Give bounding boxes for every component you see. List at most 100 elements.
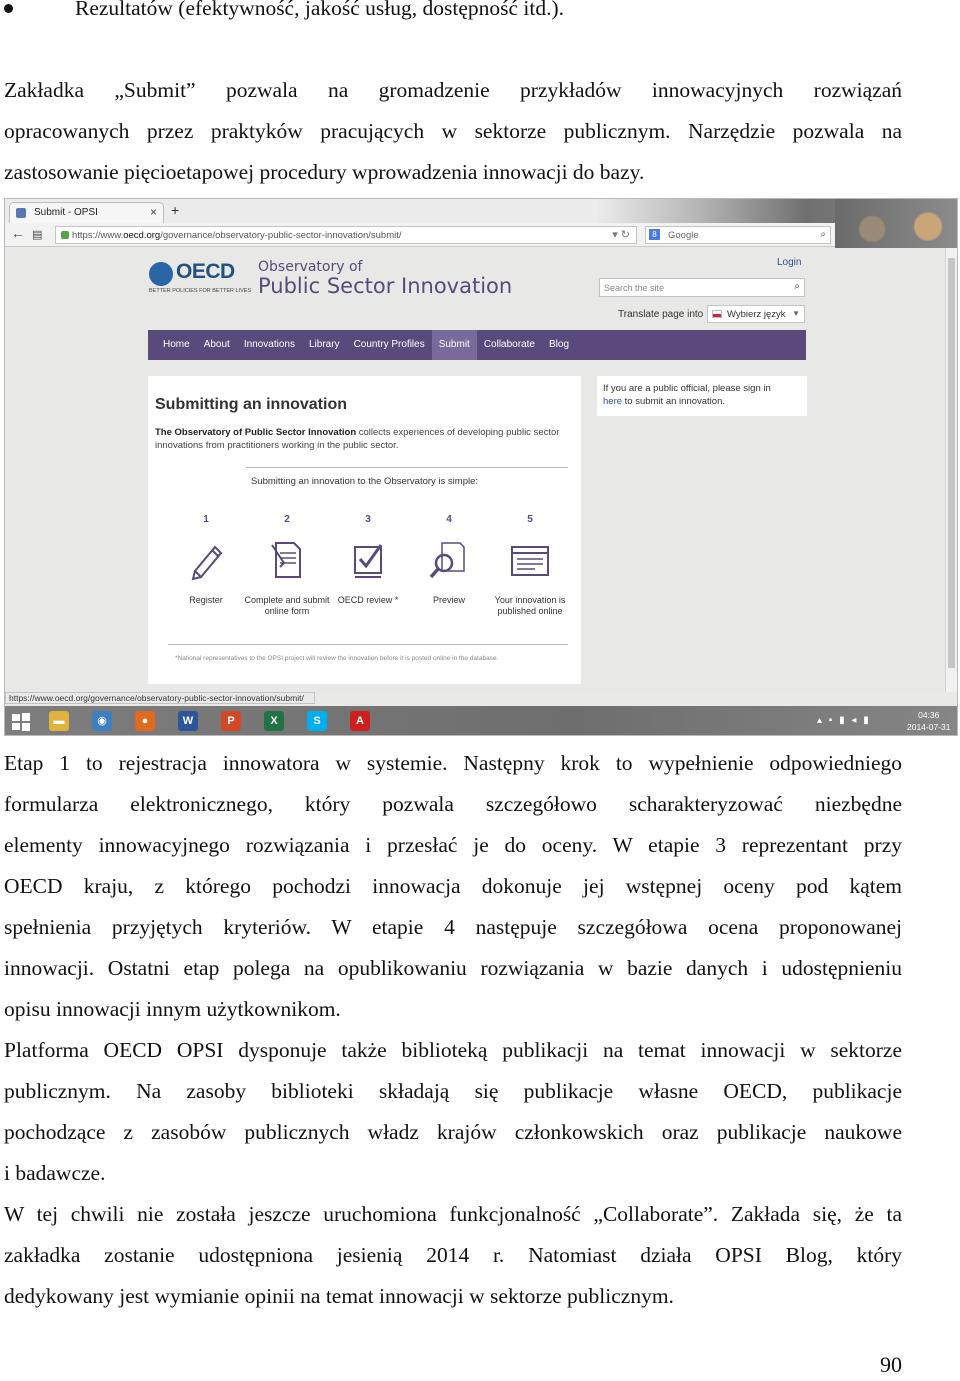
site-search-placeholder: Search the site bbox=[604, 283, 665, 293]
acrobat-icon-glyph: A bbox=[350, 711, 370, 731]
language-select[interactable]: Wybierz język ▼ bbox=[707, 305, 805, 323]
powerpoint-icon[interactable]: P bbox=[213, 709, 249, 734]
step-label: Complete and submit online form bbox=[244, 595, 330, 616]
text-line: Platforma OECD OPSI dysponuje także bibl… bbox=[4, 1038, 902, 1062]
nav-submit[interactable]: Submit bbox=[431, 330, 477, 360]
url-prefix: https://www. bbox=[72, 230, 124, 241]
acrobat-icon[interactable]: A bbox=[342, 709, 378, 734]
windows-start-icon[interactable] bbox=[11, 712, 31, 732]
status-bar: https://www.oecd.org/governance/observat… bbox=[5, 692, 315, 704]
step-label: Your innovation is published online bbox=[494, 595, 566, 616]
back-arrow-icon[interactable]: ← bbox=[11, 225, 25, 241]
close-tab-icon[interactable]: × bbox=[150, 205, 157, 219]
network-icon-glyph: ◉ bbox=[92, 711, 112, 731]
url-domain: oecd.org bbox=[123, 230, 161, 241]
text-line: opisu innowacji innym użytkownikom. bbox=[4, 997, 341, 1021]
step-2: 2 Complete and submit online form bbox=[242, 514, 332, 617]
paragraph-library: Platforma OECD OPSI dysponuje także bibl… bbox=[4, 1030, 902, 1194]
scrollbar-thumb[interactable] bbox=[948, 258, 955, 668]
bullet-text: Rezultatów (efektywność, jakość usług, d… bbox=[75, 0, 565, 20]
text-line: Zakładka „Submit” pozwala na gromadzenie… bbox=[4, 78, 902, 102]
nav-innovations[interactable]: Innovations bbox=[237, 330, 302, 360]
nav-collaborate[interactable]: Collaborate bbox=[477, 330, 542, 360]
skype-icon[interactable]: S bbox=[299, 709, 335, 734]
search-icon[interactable]: ⌕ bbox=[794, 281, 800, 292]
sign-in-text-2: to submit an innovation. bbox=[622, 396, 725, 407]
text-line: OECD kraju, z którego pochodzi innowacja… bbox=[4, 874, 902, 898]
reload-icon[interactable]: ▾ ↻ bbox=[612, 228, 630, 241]
step-1: 1 Register bbox=[161, 514, 251, 606]
text-line: W tej chwili nie została jeszcze uruchom… bbox=[4, 1202, 902, 1226]
divider bbox=[168, 644, 568, 645]
oecd-logo[interactable]: OECD BETTER POLICIES FOR BETTER LIVES bbox=[149, 260, 253, 294]
card-footnote: *National representatives to the OPSI pr… bbox=[175, 655, 499, 662]
new-tab-icon[interactable]: + bbox=[171, 202, 179, 218]
browser-screenshot: Submit - OPSI × + – ❐ ✕ ← ▤ https://www.… bbox=[4, 198, 958, 736]
lock-icon bbox=[61, 231, 69, 239]
nav-about[interactable]: About bbox=[197, 330, 237, 360]
file-explorer-icon[interactable]: ▬ bbox=[41, 709, 77, 734]
step-label: Preview bbox=[432, 595, 465, 605]
google-placeholder: Google bbox=[668, 230, 699, 241]
text-line: spełnienia przyjętych kryteriów. W etapi… bbox=[4, 915, 902, 939]
step-number: 5 bbox=[527, 514, 533, 525]
browser-theme-image bbox=[835, 199, 957, 249]
scrollbar[interactable] bbox=[945, 248, 957, 692]
url-text: https://www.oecd.org/governance/observat… bbox=[72, 230, 402, 241]
main-navigation: Home About Innovations Library Country P… bbox=[148, 330, 806, 360]
step-label: Register bbox=[189, 595, 223, 605]
intro-paragraph: Zakładka „Submit” pozwala na gromadzenie… bbox=[4, 70, 902, 193]
text-line: publicznym. Na zasoby biblioteki składaj… bbox=[4, 1079, 902, 1103]
nav-library[interactable]: Library bbox=[302, 330, 347, 360]
sign-in-link[interactable]: here bbox=[603, 396, 622, 407]
text-line: innowacji. Ostatni etap polega na opubli… bbox=[4, 956, 902, 980]
address-bar[interactable]: https://www.oecd.org/governance/observat… bbox=[55, 226, 637, 244]
tray-clock[interactable]: 04:36 2014-07-31 bbox=[907, 709, 950, 733]
network-icon[interactable]: ◉ bbox=[84, 709, 120, 734]
card-intro-bold: The Observatory of Public Sector Innovat… bbox=[155, 427, 357, 438]
excel-icon-glyph: X bbox=[264, 711, 284, 731]
menu-icon[interactable]: ▤ bbox=[32, 228, 42, 241]
text-line: Etap 1 to rejestracja innowatora w syste… bbox=[4, 751, 902, 775]
document-icon bbox=[271, 542, 301, 578]
excel-icon[interactable]: X bbox=[256, 709, 292, 734]
text-line: opracowanych przez praktyków pracujących… bbox=[4, 119, 902, 143]
search-icon[interactable]: ⌕ bbox=[820, 229, 826, 240]
windows-taskbar: ▬ ◉ ● W P X S A ▴ ▪ ▮ ◂ ▮ 04:36 2014-07-31 bbox=[5, 706, 957, 735]
system-tray-icons[interactable]: ▴ ▪ ▮ ◂ ▮ bbox=[817, 715, 871, 726]
text-line: zastosowanie pięcioetapowej procedury wp… bbox=[4, 160, 645, 184]
step-number: 1 bbox=[203, 514, 209, 525]
text-line: pochodzące z zasobów publicznych władz k… bbox=[4, 1120, 902, 1144]
paragraph-steps: Etap 1 to rejestracja innowatora w syste… bbox=[4, 743, 902, 1030]
clock-date: 2014-07-31 bbox=[907, 722, 951, 732]
card-intro: The Observatory of Public Sector Innovat… bbox=[155, 426, 575, 452]
nav-blog[interactable]: Blog bbox=[542, 330, 576, 360]
login-link[interactable]: Login bbox=[777, 257, 801, 268]
step-number: 2 bbox=[284, 514, 290, 525]
tab-title: Submit - OPSI bbox=[34, 207, 98, 218]
step-number: 3 bbox=[365, 514, 371, 525]
word-icon[interactable]: W bbox=[170, 709, 206, 734]
powerpoint-icon-glyph: P bbox=[221, 711, 241, 731]
site-title-line2: Public Sector Innovation bbox=[258, 274, 513, 298]
step-5: 5 Your innovation is published online bbox=[485, 514, 575, 617]
oecd-logo-text: OECD bbox=[176, 260, 235, 283]
site-search-input[interactable]: Search the site ⌕ bbox=[599, 278, 805, 297]
translate-label: Translate page into bbox=[618, 309, 704, 320]
webpage-icon bbox=[511, 546, 549, 576]
language-select-value: Wybierz język bbox=[727, 309, 786, 320]
nav-home[interactable]: Home bbox=[156, 330, 197, 360]
browser-toolbar: ← ▤ https://www.oecd.org/governance/obse… bbox=[5, 223, 957, 247]
step-number: 4 bbox=[446, 514, 452, 525]
firefox-icon[interactable]: ● bbox=[127, 709, 163, 734]
page-viewport: OECD BETTER POLICIES FOR BETTER LIVES Ob… bbox=[5, 248, 947, 692]
browser-tab[interactable]: Submit - OPSI × bbox=[9, 202, 164, 223]
oecd-logo-mark bbox=[149, 262, 173, 286]
nav-country-profiles[interactable]: Country Profiles bbox=[347, 330, 432, 360]
url-path: /governance/observatory-public-sector-in… bbox=[160, 230, 402, 241]
card-title: Submitting an innovation bbox=[155, 396, 347, 413]
google-search-box[interactable]: 8 Google ⌕ bbox=[645, 226, 831, 244]
text-line: formularza elektronicznego, który pozwal… bbox=[4, 792, 902, 816]
skype-icon-glyph: S bbox=[307, 711, 327, 731]
step-label: OECD review * bbox=[337, 595, 399, 605]
